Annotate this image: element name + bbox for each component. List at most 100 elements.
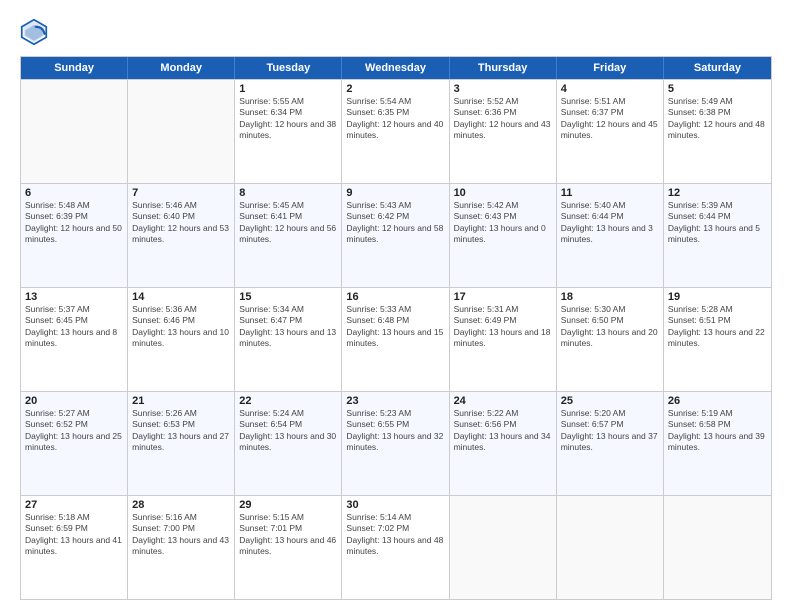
calendar-cell: 2Sunrise: 5:54 AM Sunset: 6:35 PM Daylig… [342,80,449,183]
calendar-cell: 27Sunrise: 5:18 AM Sunset: 6:59 PM Dayli… [21,496,128,599]
calendar-cell: 28Sunrise: 5:16 AM Sunset: 7:00 PM Dayli… [128,496,235,599]
day-info: Sunrise: 5:15 AM Sunset: 7:01 PM Dayligh… [239,512,337,558]
calendar-cell [557,496,664,599]
day-number: 20 [25,395,123,407]
day-number: 14 [132,291,230,303]
weekday-header: Thursday [450,57,557,79]
calendar-cell: 25Sunrise: 5:20 AM Sunset: 6:57 PM Dayli… [557,392,664,495]
day-info: Sunrise: 5:46 AM Sunset: 6:40 PM Dayligh… [132,200,230,246]
calendar-body: 1Sunrise: 5:55 AM Sunset: 6:34 PM Daylig… [21,79,771,599]
day-info: Sunrise: 5:43 AM Sunset: 6:42 PM Dayligh… [346,200,444,246]
day-number: 7 [132,187,230,199]
day-number: 29 [239,499,337,511]
day-number: 21 [132,395,230,407]
calendar-cell: 21Sunrise: 5:26 AM Sunset: 6:53 PM Dayli… [128,392,235,495]
day-info: Sunrise: 5:30 AM Sunset: 6:50 PM Dayligh… [561,304,659,350]
day-info: Sunrise: 5:40 AM Sunset: 6:44 PM Dayligh… [561,200,659,246]
day-info: Sunrise: 5:19 AM Sunset: 6:58 PM Dayligh… [668,408,767,454]
day-info: Sunrise: 5:16 AM Sunset: 7:00 PM Dayligh… [132,512,230,558]
day-number: 5 [668,83,767,95]
day-number: 27 [25,499,123,511]
day-info: Sunrise: 5:14 AM Sunset: 7:02 PM Dayligh… [346,512,444,558]
day-number: 28 [132,499,230,511]
day-number: 19 [668,291,767,303]
calendar-cell: 10Sunrise: 5:42 AM Sunset: 6:43 PM Dayli… [450,184,557,287]
day-number: 15 [239,291,337,303]
calendar-cell: 23Sunrise: 5:23 AM Sunset: 6:55 PM Dayli… [342,392,449,495]
day-number: 25 [561,395,659,407]
day-number: 18 [561,291,659,303]
day-info: Sunrise: 5:52 AM Sunset: 6:36 PM Dayligh… [454,96,552,142]
day-info: Sunrise: 5:51 AM Sunset: 6:37 PM Dayligh… [561,96,659,142]
day-info: Sunrise: 5:37 AM Sunset: 6:45 PM Dayligh… [25,304,123,350]
calendar-cell: 7Sunrise: 5:46 AM Sunset: 6:40 PM Daylig… [128,184,235,287]
day-info: Sunrise: 5:49 AM Sunset: 6:38 PM Dayligh… [668,96,767,142]
day-number: 3 [454,83,552,95]
weekday-header: Tuesday [235,57,342,79]
calendar-cell: 13Sunrise: 5:37 AM Sunset: 6:45 PM Dayli… [21,288,128,391]
calendar-cell: 11Sunrise: 5:40 AM Sunset: 6:44 PM Dayli… [557,184,664,287]
day-info: Sunrise: 5:45 AM Sunset: 6:41 PM Dayligh… [239,200,337,246]
calendar-cell: 26Sunrise: 5:19 AM Sunset: 6:58 PM Dayli… [664,392,771,495]
calendar-cell: 24Sunrise: 5:22 AM Sunset: 6:56 PM Dayli… [450,392,557,495]
day-number: 2 [346,83,444,95]
day-info: Sunrise: 5:23 AM Sunset: 6:55 PM Dayligh… [346,408,444,454]
day-info: Sunrise: 5:27 AM Sunset: 6:52 PM Dayligh… [25,408,123,454]
weekday-header: Sunday [21,57,128,79]
weekday-header: Monday [128,57,235,79]
day-info: Sunrise: 5:20 AM Sunset: 6:57 PM Dayligh… [561,408,659,454]
day-number: 17 [454,291,552,303]
day-number: 12 [668,187,767,199]
calendar-cell: 4Sunrise: 5:51 AM Sunset: 6:37 PM Daylig… [557,80,664,183]
weekday-header: Saturday [664,57,771,79]
weekday-header: Wednesday [342,57,449,79]
day-number: 9 [346,187,444,199]
day-number: 24 [454,395,552,407]
calendar-cell: 14Sunrise: 5:36 AM Sunset: 6:46 PM Dayli… [128,288,235,391]
day-info: Sunrise: 5:31 AM Sunset: 6:49 PM Dayligh… [454,304,552,350]
day-number: 6 [25,187,123,199]
day-info: Sunrise: 5:28 AM Sunset: 6:51 PM Dayligh… [668,304,767,350]
day-info: Sunrise: 5:55 AM Sunset: 6:34 PM Dayligh… [239,96,337,142]
calendar-row: 13Sunrise: 5:37 AM Sunset: 6:45 PM Dayli… [21,287,771,391]
calendar-cell: 15Sunrise: 5:34 AM Sunset: 6:47 PM Dayli… [235,288,342,391]
day-info: Sunrise: 5:39 AM Sunset: 6:44 PM Dayligh… [668,200,767,246]
calendar-cell: 22Sunrise: 5:24 AM Sunset: 6:54 PM Dayli… [235,392,342,495]
calendar-cell [21,80,128,183]
day-number: 8 [239,187,337,199]
day-number: 30 [346,499,444,511]
calendar-row: 1Sunrise: 5:55 AM Sunset: 6:34 PM Daylig… [21,79,771,183]
day-number: 1 [239,83,337,95]
calendar-cell: 6Sunrise: 5:48 AM Sunset: 6:39 PM Daylig… [21,184,128,287]
calendar-cell [128,80,235,183]
day-info: Sunrise: 5:54 AM Sunset: 6:35 PM Dayligh… [346,96,444,142]
calendar-header: SundayMondayTuesdayWednesdayThursdayFrid… [21,57,771,79]
day-info: Sunrise: 5:36 AM Sunset: 6:46 PM Dayligh… [132,304,230,350]
calendar-cell: 17Sunrise: 5:31 AM Sunset: 6:49 PM Dayli… [450,288,557,391]
day-info: Sunrise: 5:33 AM Sunset: 6:48 PM Dayligh… [346,304,444,350]
day-number: 11 [561,187,659,199]
page: SundayMondayTuesdayWednesdayThursdayFrid… [0,0,792,612]
calendar-cell: 20Sunrise: 5:27 AM Sunset: 6:52 PM Dayli… [21,392,128,495]
calendar-row: 6Sunrise: 5:48 AM Sunset: 6:39 PM Daylig… [21,183,771,287]
calendar-cell: 29Sunrise: 5:15 AM Sunset: 7:01 PM Dayli… [235,496,342,599]
calendar-cell [450,496,557,599]
calendar-cell: 5Sunrise: 5:49 AM Sunset: 6:38 PM Daylig… [664,80,771,183]
calendar-row: 27Sunrise: 5:18 AM Sunset: 6:59 PM Dayli… [21,495,771,599]
day-info: Sunrise: 5:42 AM Sunset: 6:43 PM Dayligh… [454,200,552,246]
day-info: Sunrise: 5:18 AM Sunset: 6:59 PM Dayligh… [25,512,123,558]
calendar: SundayMondayTuesdayWednesdayThursdayFrid… [20,56,772,600]
day-info: Sunrise: 5:48 AM Sunset: 6:39 PM Dayligh… [25,200,123,246]
logo [20,18,52,46]
calendar-cell: 8Sunrise: 5:45 AM Sunset: 6:41 PM Daylig… [235,184,342,287]
calendar-cell [664,496,771,599]
calendar-row: 20Sunrise: 5:27 AM Sunset: 6:52 PM Dayli… [21,391,771,495]
day-number: 26 [668,395,767,407]
day-number: 22 [239,395,337,407]
calendar-cell: 3Sunrise: 5:52 AM Sunset: 6:36 PM Daylig… [450,80,557,183]
day-number: 13 [25,291,123,303]
day-number: 23 [346,395,444,407]
calendar-cell: 16Sunrise: 5:33 AM Sunset: 6:48 PM Dayli… [342,288,449,391]
weekday-header: Friday [557,57,664,79]
calendar-cell: 30Sunrise: 5:14 AM Sunset: 7:02 PM Dayli… [342,496,449,599]
